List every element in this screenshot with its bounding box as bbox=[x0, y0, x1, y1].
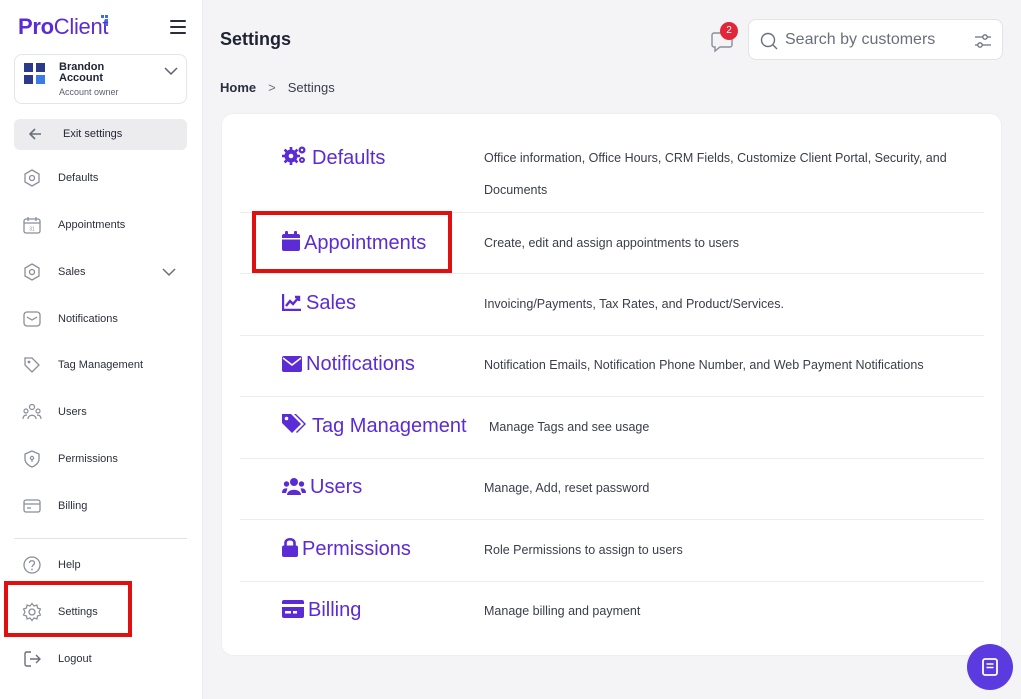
defaults-title: Defaults bbox=[312, 147, 386, 169]
sidebar-item-label: Billing bbox=[58, 500, 88, 512]
sidebar-item-logout[interactable]: Logout bbox=[14, 642, 187, 676]
settings-row-defaults: Defaults Office information, Office Hour… bbox=[240, 140, 984, 212]
billing-title: Billing bbox=[308, 599, 362, 621]
breadcrumb-separator: > bbox=[268, 80, 276, 95]
settings-row-billing: Billing Manage billing and payment bbox=[240, 582, 984, 642]
sales-title: Sales bbox=[306, 292, 357, 314]
sidebar-item-label: Permissions bbox=[58, 453, 118, 465]
exit-settings-button[interactable]: Exit settings bbox=[14, 119, 187, 150]
chevron-down-icon bbox=[164, 67, 178, 76]
hexagon-icon bbox=[24, 169, 40, 187]
credit-card-icon bbox=[282, 600, 304, 618]
mail-icon bbox=[23, 311, 41, 327]
lock-icon bbox=[282, 537, 298, 557]
sidebar-item-label: Appointments bbox=[58, 219, 126, 231]
chevron-down-icon[interactable] bbox=[162, 266, 176, 278]
permissions-title: Permissions bbox=[302, 538, 411, 560]
sidebar-item-appointments[interactable]: 31 Appointments bbox=[14, 208, 187, 242]
appointments-highlight-box bbox=[252, 211, 452, 273]
account-role: Account owner bbox=[59, 87, 119, 97]
sidebar-item-label: Defaults bbox=[58, 172, 99, 184]
sidebar-divider bbox=[14, 538, 187, 539]
tag-management-description: Manage Tags and see usage bbox=[489, 420, 650, 434]
sidebar-item-help[interactable]: Help bbox=[14, 548, 187, 582]
hexagon-icon bbox=[24, 263, 40, 281]
tags-icon bbox=[282, 414, 306, 433]
account-logo-icon bbox=[24, 63, 46, 85]
svg-text:31: 31 bbox=[29, 227, 35, 233]
help-icon bbox=[23, 556, 41, 574]
users-icon bbox=[22, 403, 42, 420]
card-icon bbox=[23, 499, 41, 513]
settings-row-tag-management: Tag Management Manage Tags and see usage bbox=[240, 397, 984, 458]
users-link[interactable]: Users bbox=[282, 476, 362, 499]
notifications-title: Notifications bbox=[306, 353, 415, 375]
notification-count-badge: 2 bbox=[720, 22, 738, 40]
breadcrumb-current: Settings bbox=[287, 80, 335, 95]
exit-settings-label: Exit settings bbox=[63, 128, 123, 140]
sidebar-item-tag-management[interactable]: Tag Management bbox=[14, 348, 187, 382]
shield-icon bbox=[24, 450, 40, 468]
sidebar-item-label: Logout bbox=[58, 653, 92, 665]
search-input[interactable] bbox=[785, 29, 965, 51]
settings-highlight-box bbox=[4, 581, 132, 637]
tag-management-link[interactable]: Tag Management bbox=[282, 414, 467, 438]
search-icon bbox=[760, 32, 778, 50]
notifications-button[interactable]: 2 bbox=[710, 22, 740, 54]
sales-link[interactable]: Sales bbox=[281, 292, 357, 315]
account-switcher[interactable]: Brandon Account Account owner bbox=[14, 54, 187, 104]
sidebar-item-label: Tag Management bbox=[58, 359, 143, 371]
logout-icon bbox=[24, 651, 41, 667]
defaults-description: Office information, Office Hours, CRM Fi… bbox=[484, 151, 947, 197]
sidebar-item-notifications[interactable]: Notifications bbox=[14, 302, 187, 336]
users-title: Users bbox=[310, 476, 363, 498]
support-chat-button[interactable] bbox=[967, 644, 1013, 690]
envelope-icon bbox=[282, 356, 302, 372]
permissions-link[interactable]: Permissions bbox=[282, 537, 411, 561]
sidebar-item-sales[interactable]: Sales bbox=[14, 255, 187, 289]
account-name: Brandon Account bbox=[59, 61, 105, 84]
calendar-icon: 31 bbox=[23, 217, 41, 234]
users-icon bbox=[282, 478, 306, 495]
sidebar-item-users[interactable]: Users bbox=[14, 395, 187, 429]
settings-card: Defaults Office information, Office Hour… bbox=[221, 113, 1002, 656]
logo-dots-icon bbox=[101, 15, 111, 27]
defaults-link[interactable]: Defaults bbox=[282, 144, 385, 170]
sales-description: Invoicing/Payments, Tax Rates, and Produ… bbox=[484, 297, 784, 311]
book-icon bbox=[982, 658, 998, 676]
breadcrumb: Home > Settings bbox=[220, 80, 335, 95]
tag-management-title: Tag Management bbox=[312, 415, 467, 437]
breadcrumb-home-link[interactable]: Home bbox=[220, 80, 256, 95]
appointments-description: Create, edit and assign appointments to … bbox=[484, 236, 740, 250]
logo-pro-text: Pro bbox=[18, 14, 54, 39]
sidebar: ProClient Brandon Account Account owner … bbox=[0, 0, 203, 699]
settings-row-notifications: Notifications Notification Emails, Notif… bbox=[240, 336, 984, 396]
page-title: Settings bbox=[220, 29, 292, 49]
settings-row-users: Users Manage, Add, reset password bbox=[240, 459, 984, 519]
notifications-link[interactable]: Notifications bbox=[282, 353, 415, 376]
chart-line-icon bbox=[281, 294, 301, 312]
settings-row-sales: Sales Invoicing/Payments, Tax Rates, and… bbox=[240, 274, 984, 335]
users-description: Manage, Add, reset password bbox=[484, 481, 650, 495]
billing-link[interactable]: Billing bbox=[282, 599, 361, 622]
proclient-logo[interactable]: ProClient bbox=[18, 14, 109, 40]
filter-sliders-icon[interactable] bbox=[974, 32, 992, 50]
notifications-description: Notification Emails, Notification Phone … bbox=[484, 358, 924, 372]
settings-row-permissions: Permissions Role Permissions to assign t… bbox=[240, 520, 984, 581]
sidebar-item-permissions[interactable]: Permissions bbox=[14, 442, 187, 476]
billing-description: Manage billing and payment bbox=[484, 604, 641, 618]
sidebar-item-label: Help bbox=[58, 559, 81, 571]
arrow-left-icon bbox=[28, 128, 41, 140]
hamburger-menu-icon[interactable] bbox=[170, 20, 186, 34]
gears-icon bbox=[282, 146, 306, 165]
sidebar-item-label: Notifications bbox=[58, 313, 118, 325]
search-bar bbox=[748, 19, 1003, 60]
permissions-description: Role Permissions to assign to users bbox=[484, 543, 683, 557]
sidebar-item-label: Users bbox=[58, 406, 87, 418]
sidebar-item-defaults[interactable]: Defaults bbox=[14, 161, 187, 195]
tag-icon bbox=[24, 357, 40, 373]
sidebar-item-label: Sales bbox=[58, 266, 86, 278]
sidebar-item-billing[interactable]: Billing bbox=[14, 489, 187, 523]
